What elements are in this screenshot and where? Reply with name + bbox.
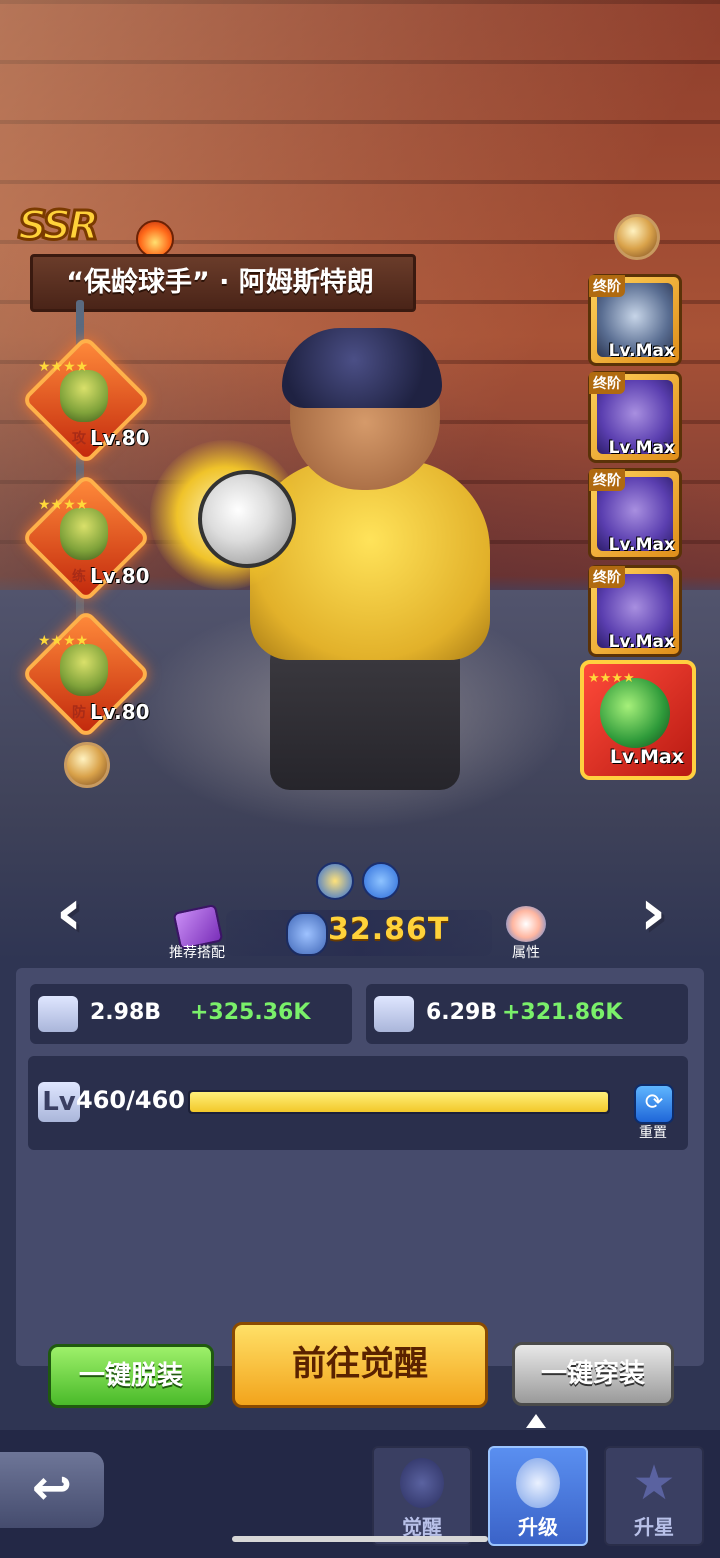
equipment-tier: 终阶 xyxy=(589,275,625,297)
equipment-level: Lv.Max xyxy=(608,341,675,361)
companion-level: Lv.80 xyxy=(90,426,150,450)
power-value: 32.86T xyxy=(328,912,450,947)
companion-tag: 练 xyxy=(72,569,86,585)
equipment-level: Lv.Max xyxy=(608,632,675,652)
equipment-slot[interactable]: 终阶 Lv.Max xyxy=(588,371,682,463)
equipment-level: Lv.Max xyxy=(609,746,684,768)
attack-stat: 2.98B +325.36K xyxy=(30,984,352,1044)
character-legs xyxy=(270,640,460,790)
tab-awaken[interactable]: 觉醒 xyxy=(372,1446,472,1546)
rarity-badge: SSR xyxy=(17,202,101,251)
reset-label[interactable]: 重置 xyxy=(628,1122,678,1142)
home-indicator xyxy=(232,1536,488,1542)
equipment-slot[interactable]: 终阶 Lv.Max xyxy=(588,468,682,560)
back-arrow-icon[interactable]: ↩ xyxy=(0,1452,104,1528)
hp-value: 6.29B xyxy=(426,1000,498,1025)
level-text: 460/460 xyxy=(76,1086,185,1114)
equipment-level: Lv.Max xyxy=(608,438,675,458)
hp-delta: +321.86K xyxy=(502,1000,623,1025)
level-progress-fill xyxy=(190,1092,608,1112)
star-rating: ★★★★ xyxy=(38,634,88,648)
companion-level: Lv.80 xyxy=(90,700,150,724)
next-hero-arrow-icon[interactable]: › xyxy=(624,880,682,948)
tab-upgrade[interactable]: 升级 xyxy=(488,1446,588,1546)
equipment-tier: 终阶 xyxy=(589,372,625,394)
equipment-tier: 终阶 xyxy=(589,469,625,491)
hero-silhouette-icon xyxy=(516,1458,560,1508)
attack-value: 2.98B xyxy=(90,1000,162,1025)
gem-slot-icon[interactable] xyxy=(64,742,110,788)
go-awaken-button[interactable]: 前往觉醒 xyxy=(232,1322,488,1408)
attack-icon xyxy=(38,996,78,1032)
companion-portrait xyxy=(60,370,108,422)
attack-delta: +325.36K xyxy=(190,1000,311,1025)
active-tab-pointer xyxy=(526,1414,546,1428)
attributes-icon[interactable] xyxy=(506,906,546,942)
recommend-label[interactable]: 推荐搭配 xyxy=(160,942,234,962)
prev-hero-arrow-icon[interactable]: ‹ xyxy=(40,880,98,948)
companion-level: Lv.80 xyxy=(90,564,150,588)
heart-icon xyxy=(374,996,414,1032)
bird-icon xyxy=(316,862,354,900)
star-rating: ★★★★ xyxy=(38,360,88,374)
weapon-type-icon xyxy=(362,862,400,900)
flame-icon xyxy=(400,1458,444,1508)
fist-icon xyxy=(286,912,328,956)
star-rating: ★★★★ xyxy=(38,498,88,512)
equipment-level: Lv.Max xyxy=(608,535,675,555)
companion-slot[interactable]: ★★★★ 攻 Lv.80 xyxy=(20,334,152,466)
companion-portrait xyxy=(60,508,108,560)
tab-label: 升级 xyxy=(518,1515,558,1539)
hp-stat: 6.29B +321.86K xyxy=(366,984,688,1044)
equipment-slot[interactable]: 终阶 Lv.Max xyxy=(588,274,682,366)
gem-slot-icon[interactable] xyxy=(614,214,660,260)
unequip-all-button[interactable]: 一键脱装 xyxy=(48,1344,214,1408)
star-icon: ★ xyxy=(632,1455,676,1511)
companion-portrait xyxy=(60,644,108,696)
reset-icon[interactable]: ⟳ xyxy=(634,1084,674,1124)
equipment-slot-bowling-ball[interactable]: ★★★★ Lv.Max xyxy=(580,660,696,780)
companion-tag: 攻 xyxy=(72,431,86,447)
bowling-ball xyxy=(198,470,296,568)
hero-name: “保龄球手” · 阿姆斯特朗 xyxy=(66,267,374,298)
companion-slot[interactable]: ★★★★ 防 Lv.80 xyxy=(20,608,152,740)
tab-label: 升星 xyxy=(634,1515,674,1539)
hero-type-tags xyxy=(316,862,408,904)
tab-star-up[interactable]: ★ 升星 xyxy=(604,1446,704,1546)
equip-all-button[interactable]: 一键穿装 xyxy=(512,1342,674,1406)
character-hair xyxy=(282,328,442,408)
level-badge: Lv xyxy=(38,1082,80,1122)
bowling-ball-icon xyxy=(600,678,670,748)
equipment-slot[interactable]: 终阶 Lv.Max xyxy=(588,565,682,657)
companion-slot[interactable]: ★★★★ 练 Lv.80 xyxy=(20,472,152,604)
companion-tag: 防 xyxy=(72,705,86,721)
equipment-tier: 终阶 xyxy=(589,566,625,588)
star-rating: ★★★★ xyxy=(588,671,635,686)
fire-icon xyxy=(136,220,174,258)
attributes-label[interactable]: 属性 xyxy=(500,942,552,962)
